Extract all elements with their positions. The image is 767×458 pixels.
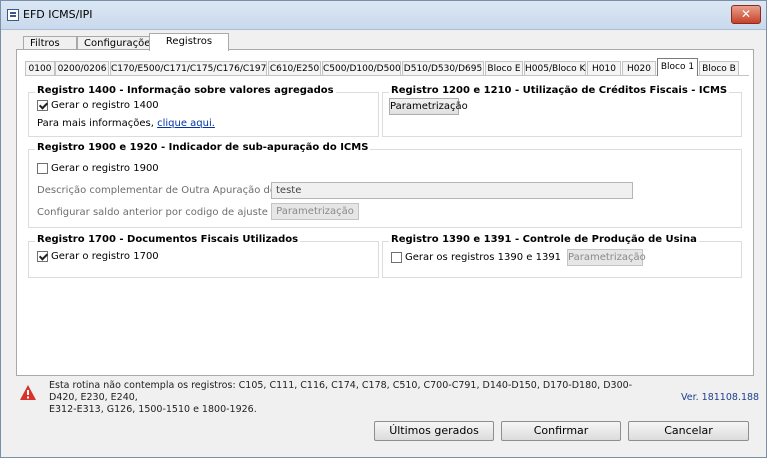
group-title: Registro 1400 - Informação sobre valores… bbox=[35, 85, 336, 96]
group-registro-1200: Registro 1200 e 1210 - Utilização de Cré… bbox=[382, 85, 742, 137]
gerar-1400-checkbox[interactable]: Gerar o registro 1400 bbox=[37, 100, 159, 112]
subtab-c500[interactable]: C500/D100/D500 bbox=[322, 61, 401, 76]
checkbox[interactable] bbox=[37, 100, 48, 111]
warning-triangle-icon bbox=[20, 385, 36, 400]
group-registro-1700: Registro 1700 - Documentos Fiscais Utili… bbox=[28, 234, 379, 278]
ultimos-gerados-button[interactable]: Últimos gerados bbox=[374, 421, 494, 441]
group-title: Registro 1200 e 1210 - Utilização de Cré… bbox=[389, 85, 730, 96]
parametrizacao-1900-button[interactable]: Parametrização bbox=[271, 203, 359, 220]
tab-registros[interactable]: Registros bbox=[149, 33, 229, 51]
subtab-d510[interactable]: D510/D530/D695 bbox=[402, 61, 484, 76]
subtab-h010[interactable]: H010 bbox=[587, 61, 621, 76]
subtab-0100[interactable]: 0100 bbox=[25, 61, 55, 76]
version-label: Ver. 181108.188 bbox=[681, 392, 760, 403]
registros-panel: 0100 0200/0206 C170/E500/C171/C175/C176/… bbox=[16, 49, 754, 376]
info-row: Para mais informações, clique aqui. bbox=[37, 118, 215, 129]
subtab-h020[interactable]: H020 bbox=[622, 61, 656, 76]
footer-message-line2: E312-E313, G126, 1500-1510 e 1800-1926. bbox=[49, 404, 257, 415]
sub-tab-bar: 0100 0200/0206 C170/E500/C171/C175/C176/… bbox=[25, 58, 749, 76]
group-registro-1390: Registro 1390 e 1391 - Controle de Produ… bbox=[382, 234, 742, 278]
descricao-label: Descrição complementar de Outra Apuração… bbox=[37, 185, 305, 196]
subtab-c170[interactable]: C170/E500/C171/C175/C176/C197 bbox=[110, 61, 267, 76]
footer-message-line1: Esta rotina não contempla os registros: … bbox=[49, 380, 633, 403]
group-title: Registro 1700 - Documentos Fiscais Utili… bbox=[35, 234, 301, 245]
subtab-bloco-1[interactable]: Bloco 1 bbox=[657, 58, 698, 76]
bloco-1-panel: Registro 1400 - Informação sobre valores… bbox=[25, 75, 749, 370]
gerar-1700-checkbox[interactable]: Gerar o registro 1700 bbox=[37, 251, 159, 263]
info-text: Para mais informações, bbox=[37, 118, 154, 129]
checkbox[interactable] bbox=[37, 251, 48, 262]
gerar-1900-checkbox[interactable]: Gerar o registro 1900 bbox=[37, 163, 159, 175]
window-title: EFD ICMS/IPI bbox=[23, 8, 93, 21]
subtab-0200-0206[interactable]: 0200/0206 bbox=[55, 61, 109, 76]
checkbox[interactable] bbox=[391, 252, 402, 263]
clique-aqui-link[interactable]: clique aqui. bbox=[157, 118, 215, 129]
group-title: Registro 1900 e 1920 - Indicador de sub-… bbox=[35, 142, 371, 153]
parametrizacao-1200-button[interactable]: Parametrização bbox=[389, 98, 468, 115]
group-registro-1400: Registro 1400 - Informação sobre valores… bbox=[28, 85, 379, 137]
subtab-h005-bloco-k[interactable]: H005/Bloco K bbox=[524, 61, 586, 76]
footer-message: Esta rotina não contempla os registros: … bbox=[49, 380, 649, 416]
app-icon bbox=[7, 9, 19, 21]
title-bar[interactable]: EFD ICMS/IPI ✕ bbox=[1, 1, 766, 30]
descricao-field[interactable]: teste bbox=[271, 182, 633, 199]
gerar-1390-checkbox[interactable]: Gerar os registros 1390 e 1391 bbox=[391, 252, 561, 264]
close-button[interactable]: ✕ bbox=[731, 5, 761, 24]
subtab-bloco-b[interactable]: Bloco B bbox=[699, 61, 739, 76]
parametrizacao-1390-button[interactable]: Parametrização bbox=[567, 249, 646, 266]
confirmar-button[interactable]: Confirmar bbox=[501, 421, 621, 441]
subtab-bloco-e[interactable]: Bloco E bbox=[485, 61, 523, 76]
group-registro-1900: Registro 1900 e 1920 - Indicador de sub-… bbox=[28, 142, 742, 228]
configurar-saldo-label: Configurar saldo anterior por codigo de … bbox=[37, 207, 268, 218]
dialog-window: EFD ICMS/IPI ✕ Filtros Configurações Reg… bbox=[0, 0, 767, 458]
checkbox[interactable] bbox=[37, 163, 48, 174]
subtab-c610-e250[interactable]: C610/E250 bbox=[268, 61, 321, 76]
group-title: Registro 1390 e 1391 - Controle de Produ… bbox=[389, 234, 699, 245]
cancelar-button[interactable]: Cancelar bbox=[628, 421, 749, 441]
